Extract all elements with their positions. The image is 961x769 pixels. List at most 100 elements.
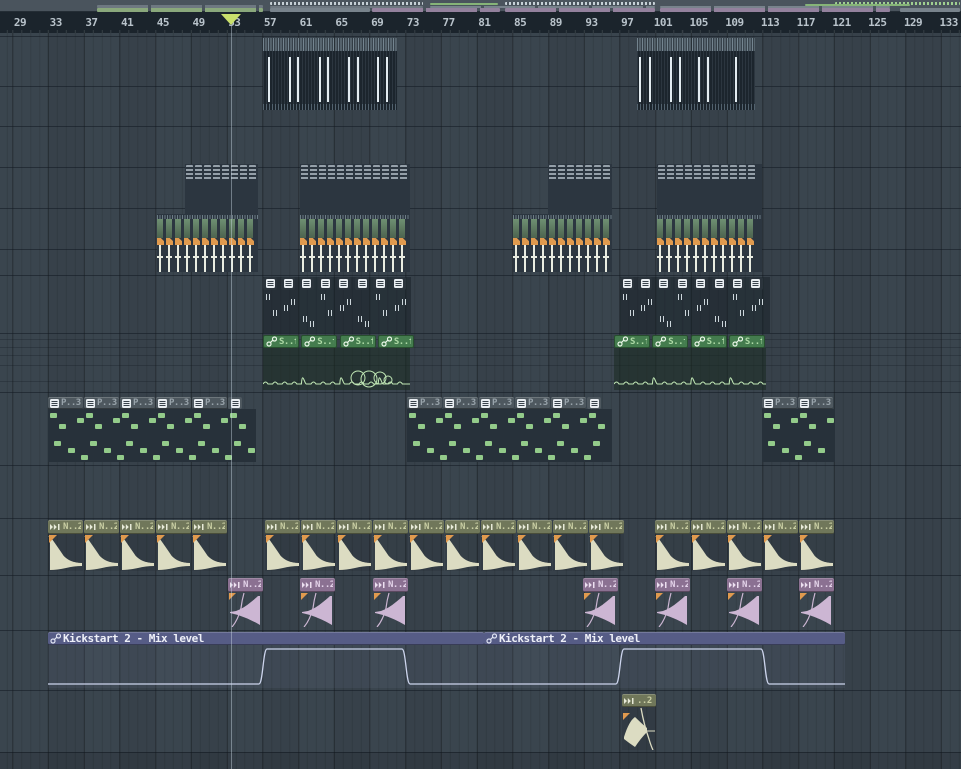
timeline-ruler[interactable]: 29 33 37 41 45 49 53 57 61 65 69 73 77 81 85 89 93 97 101 1… — [0, 12, 961, 33]
audio-clip[interactable]: N..2 — [553, 520, 588, 571]
mini-pattern-clip-group[interactable] — [548, 165, 612, 181]
drum-note-green — [576, 219, 582, 238]
mini-pattern-block — [213, 165, 220, 181]
audio-clip-header: N..2 — [583, 578, 618, 592]
audio-clip[interactable]: N..2 — [192, 520, 227, 571]
drum-note-green — [666, 219, 672, 238]
pattern-clip-group-p[interactable]: P..3 P..3 P..3 P..3 P..3 — [407, 397, 612, 462]
pattern-clip-group-p[interactable]: P..3 P..3 P..3 P..3 P..3 — [48, 397, 256, 462]
audio-clip[interactable]: N..2 — [156, 520, 191, 571]
drum-note-bar — [157, 256, 163, 258]
drum-note-tail — [159, 245, 161, 272]
clip-name-label: S..ff — [317, 336, 334, 347]
audio-clip[interactable]: N..2 — [48, 520, 83, 571]
waveform-hit-line — [670, 57, 672, 102]
mini-pattern-clip-group[interactable] — [657, 165, 762, 181]
pattern-note — [764, 413, 771, 418]
clip-name-label: P..3 — [169, 398, 189, 408]
audio-clip[interactable]: N..2 — [799, 520, 834, 571]
audio-clip-pink[interactable]: N..2 — [373, 578, 408, 628]
audio-clip[interactable]: N..2 — [265, 520, 300, 571]
audio-clip[interactable]: N..2 — [691, 520, 726, 571]
playhead-marker-icon[interactable] — [221, 14, 241, 25]
audio-clip-pink[interactable]: N..2 — [799, 578, 834, 628]
waveform — [301, 534, 336, 571]
automation-body — [484, 645, 845, 688]
mini-pattern-block — [685, 165, 692, 181]
note-tick — [376, 294, 381, 300]
drum-note-orange — [684, 238, 691, 245]
audio-clip[interactable]: N..2 — [120, 520, 155, 571]
playlist-grid[interactable]: S..ffS..ffS..ffS..ffS..ffS..ffS..ffS..ff… — [0, 33, 961, 769]
audio-clip[interactable]: N..2 — [337, 520, 372, 571]
pattern-note — [167, 424, 174, 429]
pattern-note — [773, 424, 780, 429]
ruler-bar-number: 41 — [121, 16, 134, 29]
audio-clip[interactable]: N..2 — [84, 520, 119, 571]
audio-clip[interactable]: N..2 — [517, 520, 552, 571]
note-tick — [722, 321, 726, 327]
drum-note-orange — [247, 238, 254, 245]
audio-clip[interactable]: N..2 — [589, 520, 624, 571]
pattern-note — [418, 424, 425, 429]
drum-audio-clip-group[interactable] — [513, 214, 612, 272]
drum-audio-clip-group[interactable] — [657, 214, 762, 272]
drum-note-bar — [657, 256, 663, 258]
waveform — [691, 534, 726, 571]
drum-audio-clip-group[interactable] — [157, 214, 258, 272]
note-tick — [302, 316, 307, 322]
audio-clip-dense[interactable] — [263, 38, 397, 110]
waveform — [727, 592, 762, 628]
audio-clip-pink[interactable]: N..2 — [300, 578, 335, 628]
ruler-bar-number: 37 — [85, 16, 98, 29]
playhead-line — [231, 26, 232, 769]
audio-clip-pink[interactable]: N..2 — [583, 578, 618, 628]
audio-clip[interactable]: N..2 — [373, 520, 408, 571]
mini-pattern-block — [222, 165, 229, 181]
drum-note-orange — [729, 238, 736, 245]
mini-pattern-clip-group[interactable] — [300, 165, 410, 181]
drum-note-green — [193, 219, 199, 238]
drum-note-orange — [157, 238, 164, 245]
waveform — [799, 592, 834, 628]
audio-clip-header: N..2 — [373, 520, 408, 534]
pattern-clip-group[interactable] — [263, 277, 411, 333]
pattern-clip-group[interactable] — [620, 277, 770, 333]
audio-clip[interactable]: N..2 — [655, 520, 690, 571]
waveform-hit-line — [348, 57, 350, 102]
audio-clip-pink[interactable]: N..2 — [655, 578, 690, 628]
drum-note-bar — [354, 256, 360, 258]
clip-body — [407, 409, 612, 462]
audio-clip[interactable]: N..2 — [727, 520, 762, 571]
audio-clip-dense[interactable] — [637, 38, 755, 110]
automation-clip[interactable]: Kickstart 2 - Mix level — [484, 632, 845, 688]
track-divider — [0, 690, 961, 691]
waveform — [481, 534, 516, 571]
audio-clip[interactable]: N..2 — [481, 520, 516, 571]
waveform — [622, 707, 656, 751]
audio-clip[interactable]: N..2 — [445, 520, 480, 571]
audio-clip-pink[interactable]: N..2 — [228, 578, 263, 628]
note-tick — [648, 299, 653, 305]
mini-pattern-block — [603, 165, 610, 181]
automation-clip-group-s[interactable]: S..ff S..ff S..ff S..ff — [613, 335, 766, 390]
audio-clip-pink[interactable]: N..2 — [727, 578, 762, 628]
drum-note-green — [247, 219, 253, 238]
automation-clip-group-s[interactable]: S..ff S..ff S..ff S..ff — [262, 335, 414, 390]
drum-note-tail — [686, 245, 688, 272]
audio-clip[interactable]: N..2 — [763, 520, 798, 571]
pattern-note — [440, 455, 447, 460]
audio-clip[interactable]: N..2 — [301, 520, 336, 571]
drum-note-orange — [309, 238, 316, 245]
mini-pattern-block — [585, 165, 592, 181]
audio-clip-bottom[interactable]: ..2 — [622, 694, 656, 751]
ruler-bar-number: 49 — [192, 16, 205, 29]
drum-audio-clip-group[interactable] — [300, 214, 410, 272]
drum-note-orange — [720, 238, 727, 245]
playlist-overview-scrollbar[interactable] — [0, 0, 961, 12]
audio-clip[interactable]: N..2 — [409, 520, 444, 571]
automation-clip[interactable]: Kickstart 2 - Mix level — [48, 632, 484, 688]
pattern-clip-group-p[interactable]: P..3 P..3 — [762, 397, 835, 462]
mini-pattern-block — [594, 165, 601, 181]
mini-pattern-clip-group[interactable] — [185, 165, 258, 181]
